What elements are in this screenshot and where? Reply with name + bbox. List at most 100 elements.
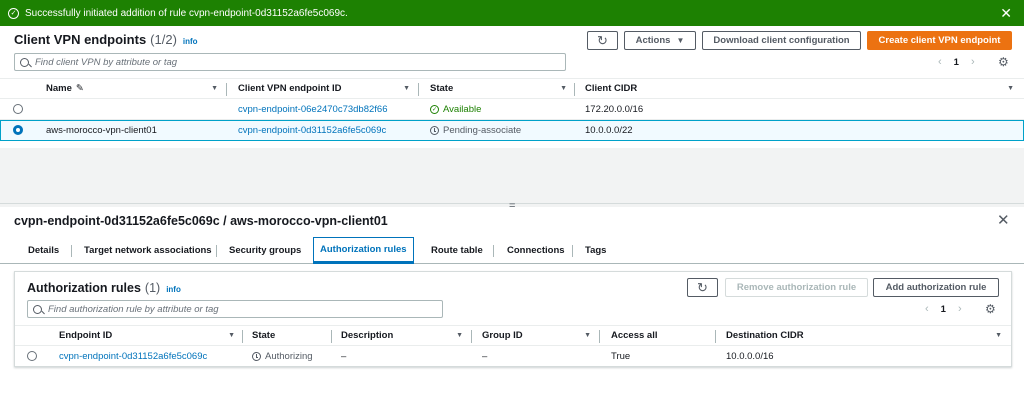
flash-message: Successfully initiated addition of rule … xyxy=(25,7,348,19)
gear-icon[interactable]: ⚙ xyxy=(985,303,996,315)
tab-route-table[interactable]: Route table xyxy=(431,237,483,264)
page-title: Client VPN endpoints xyxy=(14,32,147,47)
endpoint-name: aws-morocco-vpn-client01 xyxy=(46,125,157,136)
column-header-client-cidr[interactable]: Client CIDR ▼ xyxy=(585,78,1022,99)
sort-caret-icon: ▼ xyxy=(228,332,235,339)
auth-table-header: Endpoint ID ▼ State Description ▼ Group … xyxy=(15,325,1011,346)
column-label: Name xyxy=(46,83,72,94)
selection-count: (1/2) xyxy=(150,32,177,47)
pagination: ‹ 1 › xyxy=(938,56,975,68)
column-divider[interactable] xyxy=(715,330,716,343)
pagination: ‹ 1 › xyxy=(925,303,962,315)
state-available: ✓ Available xyxy=(430,99,481,120)
column-label: Client CIDR xyxy=(585,83,638,94)
refresh-icon: ↻ xyxy=(697,280,708,295)
chevron-right-icon[interactable]: › xyxy=(971,56,975,68)
actions-button[interactable]: Actions ▼ xyxy=(624,31,696,50)
tab-tags[interactable]: Tags xyxy=(585,237,606,264)
column-divider[interactable] xyxy=(574,83,575,96)
column-divider[interactable] xyxy=(599,330,600,343)
caret-down-icon: ▼ xyxy=(676,36,685,45)
column-header-access-all[interactable]: Access all xyxy=(611,325,716,346)
sort-caret-icon: ▼ xyxy=(560,85,567,92)
column-divider[interactable] xyxy=(226,83,227,96)
tab-divider xyxy=(71,245,72,257)
search-placeholder: Find authorization rule by attribute or … xyxy=(48,303,219,315)
endpoint-id-link[interactable]: cvpn-endpoint-0d31152a6fe5c069c xyxy=(59,346,207,367)
refresh-button[interactable]: ↻ xyxy=(587,31,618,50)
chevron-left-icon[interactable]: ‹ xyxy=(938,56,942,68)
gear-icon[interactable]: ⚙ xyxy=(998,56,1009,68)
endpoints-table-header: Name ✎ ▼ Client VPN endpoint ID ▼ State … xyxy=(0,78,1024,99)
column-label: State xyxy=(252,330,276,341)
state-pending: Pending-associate xyxy=(430,120,521,141)
sort-caret-icon: ▼ xyxy=(211,85,218,92)
clock-icon xyxy=(430,126,439,135)
check-circle-icon: ✓ xyxy=(430,105,439,114)
column-divider[interactable] xyxy=(242,330,243,343)
tab-target-network-associations[interactable]: Target network associations xyxy=(84,237,212,264)
edit-pencil-icon: ✎ xyxy=(75,83,84,94)
auth-search-input[interactable]: Find authorization rule by attribute or … xyxy=(27,300,443,318)
client-cidr: 10.0.0.0/22 xyxy=(585,125,633,136)
search-placeholder: Find client VPN by attribute or tag xyxy=(35,56,178,68)
access-all: True xyxy=(611,351,631,362)
endpoints-header: Client VPN endpoints (1/2) info xyxy=(14,32,198,47)
column-header-state[interactable]: State ▼ xyxy=(430,78,575,99)
column-divider[interactable] xyxy=(471,330,472,343)
chevron-left-icon[interactable]: ‹ xyxy=(925,303,929,315)
rule-count: (1) xyxy=(144,281,161,295)
success-check-icon: ✓ xyxy=(8,7,19,19)
table-row-selected[interactable]: aws-morocco-vpn-client01 cvpn-endpoint-0… xyxy=(0,120,1024,141)
column-label: State xyxy=(430,83,454,94)
clock-icon xyxy=(252,352,261,361)
column-header-description[interactable]: Description ▼ xyxy=(341,325,471,346)
close-icon[interactable]: ✕ xyxy=(997,213,1010,228)
row-radio[interactable] xyxy=(27,351,37,361)
column-label: Description xyxy=(341,330,394,341)
column-header-group-id[interactable]: Group ID ▼ xyxy=(482,325,599,346)
search-input[interactable]: Find client VPN by attribute or tag xyxy=(14,53,566,71)
sort-caret-icon: ▼ xyxy=(1007,85,1014,92)
column-header-endpoint-id[interactable]: Endpoint ID ▼ xyxy=(59,325,243,346)
download-client-configuration-button[interactable]: Download client configuration xyxy=(702,31,861,50)
description: – xyxy=(341,351,347,362)
sort-caret-icon: ▼ xyxy=(403,85,410,92)
column-label: Destination CIDR xyxy=(726,330,804,341)
refresh-button[interactable]: ↻ xyxy=(687,278,718,297)
page-number[interactable]: 1 xyxy=(941,304,946,315)
table-row[interactable]: cvpn-endpoint-0d31152a6fe5c069c Authoriz… xyxy=(15,346,1011,367)
column-header-state[interactable]: State xyxy=(252,325,332,346)
remove-authorization-rule-button[interactable]: Remove authorization rule xyxy=(725,278,868,297)
column-divider[interactable] xyxy=(331,330,332,343)
column-header-destination-cidr[interactable]: Destination CIDR ▼ xyxy=(726,325,1010,346)
table-row[interactable]: cvpn-endpoint-06e2470c73db82f66 ✓ Availa… xyxy=(0,99,1024,120)
info-link[interactable]: info xyxy=(166,285,181,294)
tab-security-groups[interactable]: Security groups xyxy=(229,237,301,264)
destination-cidr: 10.0.0.0/16 xyxy=(726,351,774,362)
sort-caret-icon: ▼ xyxy=(584,332,591,339)
create-client-vpn-endpoint-button[interactable]: Create client VPN endpoint xyxy=(867,31,1012,50)
chevron-right-icon[interactable]: › xyxy=(958,303,962,315)
sort-caret-icon: ▼ xyxy=(456,332,463,339)
column-header-endpoint-id[interactable]: Client VPN endpoint ID ▼ xyxy=(238,78,418,99)
success-flash-banner: ✓ Successfully initiated addition of rul… xyxy=(0,0,1024,26)
search-icon xyxy=(20,57,29,67)
add-authorization-rule-button[interactable]: Add authorization rule xyxy=(873,278,999,297)
column-divider[interactable] xyxy=(418,83,419,96)
tab-details[interactable]: Details xyxy=(28,237,59,264)
authorization-rules-container: Authorization rules (1) info ↻ Remove au… xyxy=(14,271,1012,367)
info-link[interactable]: info xyxy=(183,37,198,46)
endpoint-id-link[interactable]: cvpn-endpoint-06e2470c73db82f66 xyxy=(238,99,388,120)
column-header-name[interactable]: Name ✎ ▼ xyxy=(46,78,226,99)
tab-connections[interactable]: Connections xyxy=(507,237,565,264)
page-number[interactable]: 1 xyxy=(954,57,959,68)
group-id: – xyxy=(482,351,488,362)
sort-caret-icon: ▼ xyxy=(995,332,1002,339)
row-radio-selected[interactable] xyxy=(13,125,23,135)
endpoint-id-link[interactable]: cvpn-endpoint-0d31152a6fe5c069c xyxy=(238,120,386,141)
column-label: Group ID xyxy=(482,330,523,341)
tab-authorization-rules[interactable]: Authorization rules xyxy=(313,237,414,264)
close-icon[interactable]: ✕ xyxy=(1000,6,1016,20)
row-radio[interactable] xyxy=(13,104,23,114)
